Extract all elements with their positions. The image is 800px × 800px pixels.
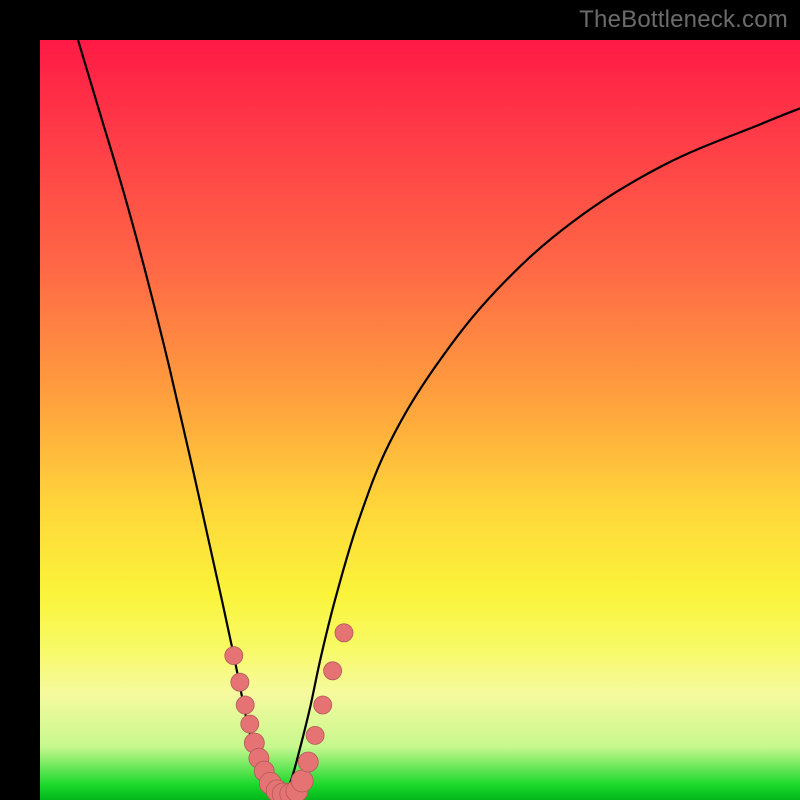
highlight-marker (298, 752, 318, 772)
highlight-marker (225, 647, 243, 665)
curve-group (78, 40, 800, 796)
highlight-marker (241, 715, 259, 733)
highlight-marker (306, 726, 324, 744)
highlight-marker (335, 624, 353, 642)
chart-outer: TheBottleneck.com (0, 0, 800, 800)
marker-group (225, 624, 353, 800)
highlight-marker (291, 770, 313, 792)
plot-area (40, 40, 800, 800)
highlight-marker (236, 696, 254, 714)
highlight-marker (314, 696, 332, 714)
watermark-text: TheBottleneck.com (579, 6, 788, 34)
highlight-marker (324, 662, 342, 680)
bottleneck-curve-right (283, 108, 800, 796)
bottleneck-curve-left (78, 40, 283, 796)
highlight-marker (231, 673, 249, 691)
chart-svg (40, 40, 800, 800)
